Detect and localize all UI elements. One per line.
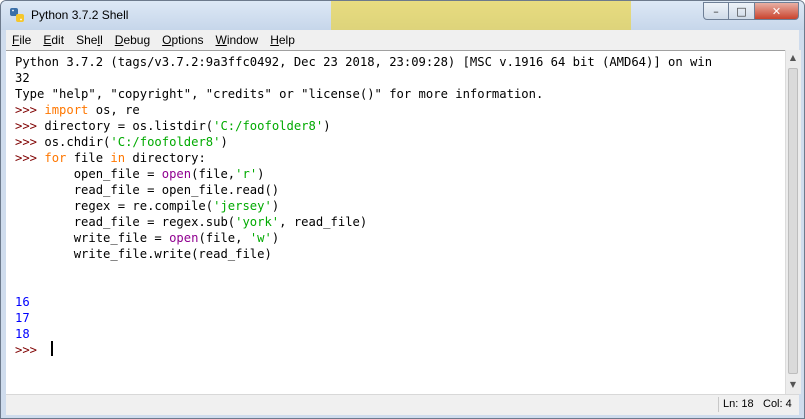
scroll-down-arrow-icon[interactable]: ▼	[788, 380, 798, 390]
title-bar[interactable]: Python 3.7.2 Shell – □ ✕	[1, 1, 804, 30]
shell-line-for: >>> for file in directory:	[15, 151, 206, 165]
code-line-sub: read_file = regex.sub('york', read_file)	[15, 215, 368, 229]
shell-prompt: >>>	[15, 103, 45, 117]
banner-line-3: Type "help", "copyright", "credits" or "…	[15, 87, 544, 101]
output-line: 17	[15, 311, 30, 325]
menu-window[interactable]: Window	[210, 33, 265, 47]
status-column-number: Col: 4	[763, 398, 792, 410]
menu-help[interactable]: Help	[264, 33, 301, 47]
shell-prompt: >>>	[15, 119, 45, 133]
output-line: 16	[15, 295, 30, 309]
shell-line-listdir: >>> directory = os.listdir('C:/foofolder…	[15, 119, 331, 133]
shell-line-chdir: >>> os.chdir('C:/foofolder8')	[15, 135, 228, 149]
scrollbar-thumb[interactable]	[788, 68, 798, 374]
window-controls: – □ ✕	[703, 2, 799, 21]
menu-edit[interactable]: Edit	[37, 33, 70, 47]
maximize-button[interactable]: □	[729, 2, 755, 20]
shell-line-current: >>>	[15, 342, 44, 358]
minimize-icon: –	[713, 4, 719, 18]
menu-debug[interactable]: Debug	[109, 33, 156, 47]
shell-prompt: >>>	[15, 151, 45, 165]
banner-line-2: 32	[15, 71, 30, 85]
minimize-button[interactable]: –	[703, 2, 729, 20]
output-line: 18	[15, 327, 30, 341]
text-cursor	[51, 341, 53, 356]
vertical-scrollbar[interactable]: ▲ ▼	[785, 50, 801, 394]
shell-text-area[interactable]: Python 3.7.2 (tags/v3.7.2:9a3ffc0492, De…	[6, 50, 785, 395]
status-divider	[718, 397, 719, 412]
menu-shell[interactable]: Shell	[70, 33, 109, 47]
menu-file[interactable]: File	[6, 33, 37, 47]
idle-shell-window: Python 3.7.2 Shell – □ ✕ File Edit Shell…	[0, 0, 805, 419]
shell-prompt: >>>	[15, 135, 45, 149]
status-line-number: Ln: 18	[723, 398, 754, 410]
scroll-up-arrow-icon[interactable]: ▲	[788, 53, 798, 63]
code-line-write: write_file.write(read_file)	[15, 247, 272, 261]
shell-line-import: >>> import os, re	[15, 103, 140, 117]
code-line-read: read_file = open_file.read()	[15, 183, 280, 197]
code-line-compile: regex = re.compile('jersey')	[15, 199, 280, 213]
close-button[interactable]: ✕	[755, 2, 799, 20]
banner-line-1: Python 3.7.2 (tags/v3.7.2:9a3ffc0492, De…	[15, 55, 713, 69]
window-title: Python 3.7.2 Shell	[31, 8, 129, 22]
python-logo-icon	[10, 8, 24, 22]
menu-bar: File Edit Shell Debug Options Window Hel…	[6, 30, 799, 50]
menu-options[interactable]: Options	[156, 33, 209, 47]
code-line-open: open_file = open(file,'r')	[15, 167, 265, 181]
background-highlight	[331, 1, 631, 30]
shell-prompt: >>>	[15, 343, 45, 357]
close-icon: ✕	[771, 4, 782, 18]
status-bar: Ln: 18 Col: 4	[6, 394, 799, 415]
maximize-icon: □	[736, 4, 747, 18]
code-line-open-write: write_file = open(file, 'w')	[15, 231, 280, 245]
